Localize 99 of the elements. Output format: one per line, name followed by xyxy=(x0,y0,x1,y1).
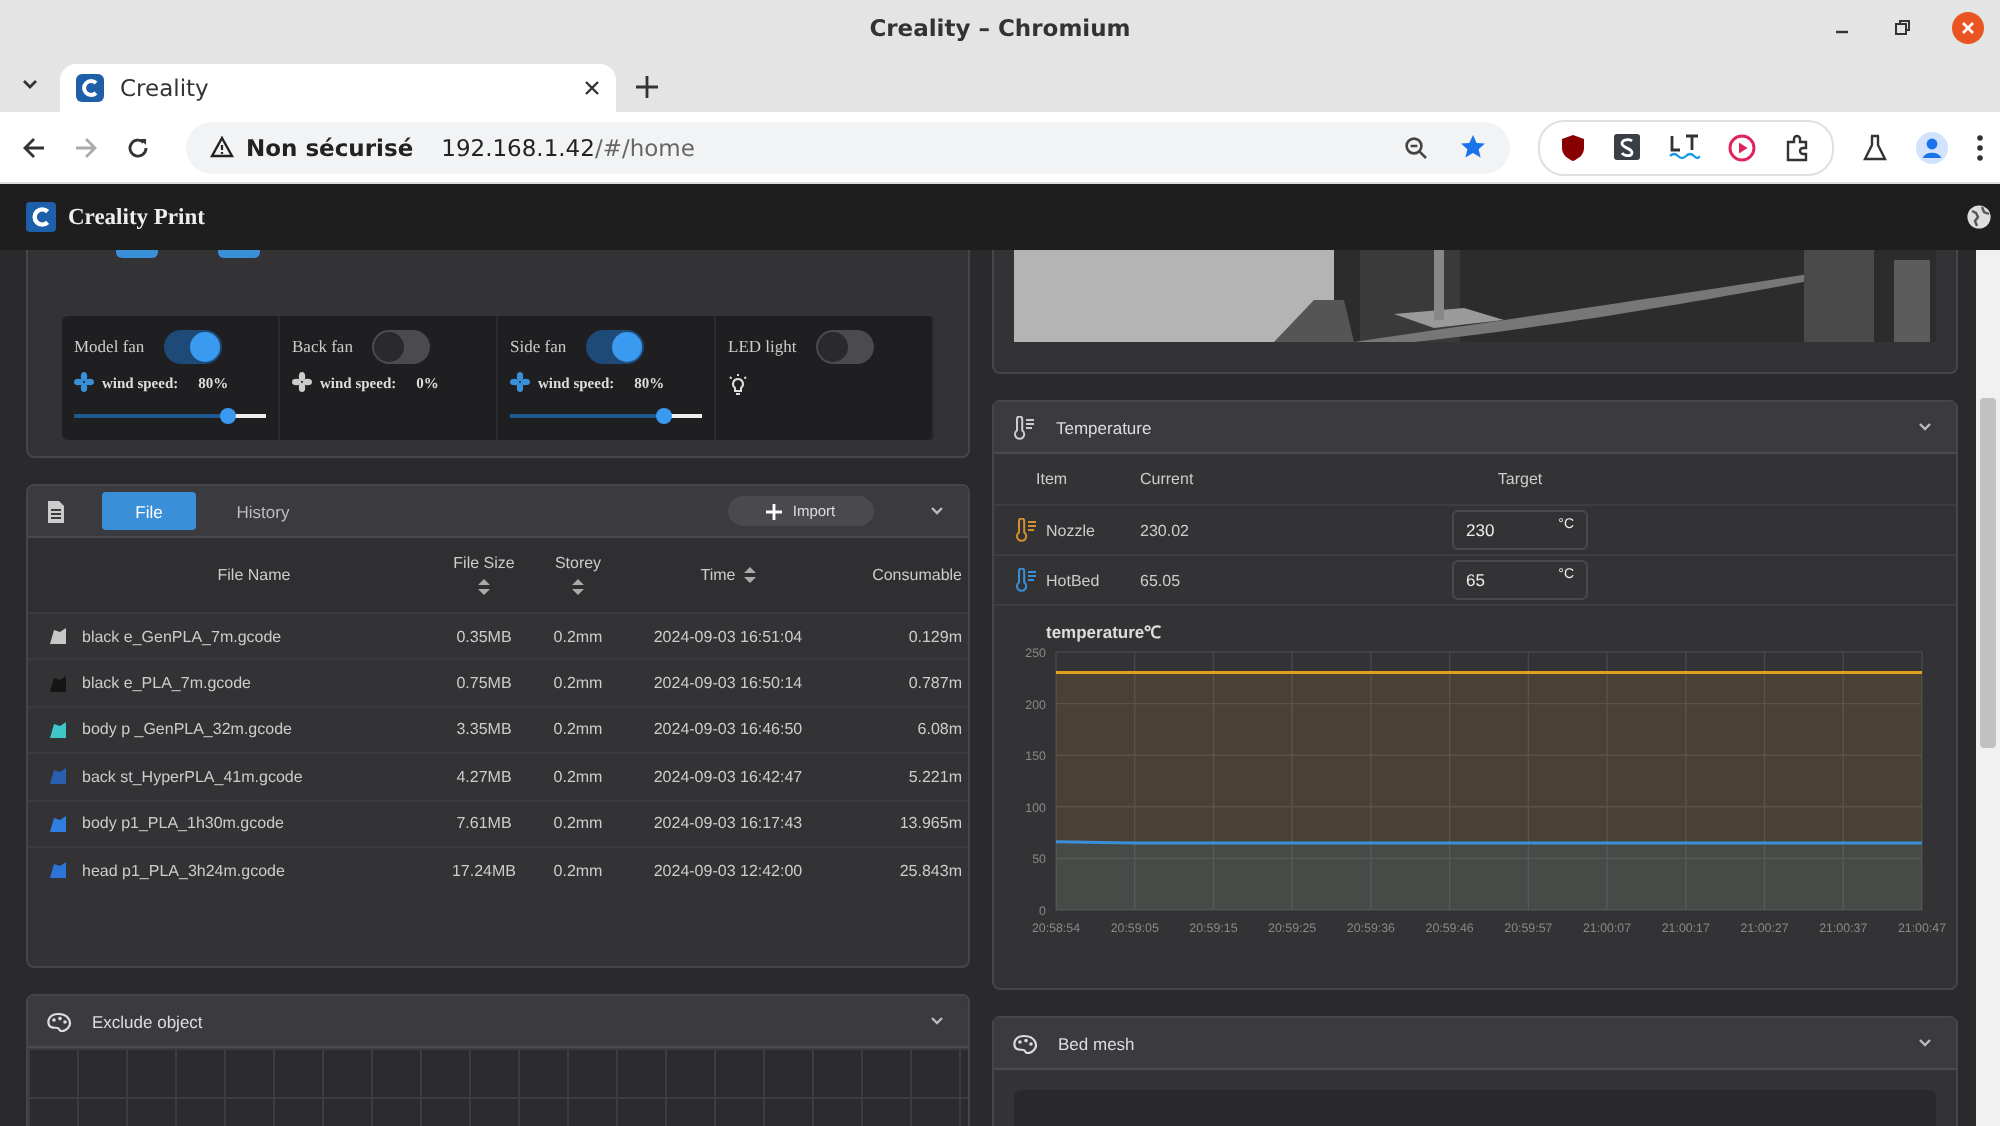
close-icon[interactable] xyxy=(1952,12,1984,44)
app-logo-icon xyxy=(26,202,56,232)
flask-icon[interactable] xyxy=(1862,133,1888,161)
browser-tab[interactable]: Creality xyxy=(60,64,616,112)
column-header: File Name xyxy=(217,566,291,584)
table-cell-text: 17.24MB xyxy=(449,861,519,880)
fan-label: Side fan xyxy=(510,336,567,356)
card-title: Temperature xyxy=(1056,417,1152,437)
restore-icon[interactable] xyxy=(1892,18,1912,38)
thermometer-icon xyxy=(1012,415,1036,439)
file-tab[interactable]: History xyxy=(216,492,310,530)
window-title: Creality – Chromium xyxy=(869,14,1131,42)
fan-label: LED light xyxy=(728,336,797,356)
table-cell-text: 0.787m xyxy=(906,674,964,693)
file-name[interactable]: back st_HyperPLA_41m.gcode xyxy=(82,767,426,786)
file-name[interactable]: body p _GenPLA_32m.gcode xyxy=(82,720,426,739)
puzzle-icon[interactable] xyxy=(1784,133,1812,161)
reload-icon[interactable] xyxy=(126,135,150,159)
extension-square-icon[interactable] xyxy=(1614,134,1640,160)
toggle-switch[interactable] xyxy=(586,329,645,363)
chevron-down-icon[interactable] xyxy=(1918,422,1932,432)
play-circle-icon[interactable] xyxy=(1728,133,1756,161)
column-header: Consumable xyxy=(872,566,962,584)
column-header: Target xyxy=(1495,470,1545,488)
column-header: Current xyxy=(1140,470,1196,488)
new-tab-icon[interactable] xyxy=(636,76,658,98)
toggle-switch[interactable] xyxy=(372,329,431,363)
light-bulb-icon xyxy=(728,374,748,396)
sort-icon[interactable] xyxy=(572,578,584,596)
table-cell-text: 0.2mm xyxy=(551,767,605,786)
table-cell-text: 2024-09-03 16:51:04 xyxy=(651,627,805,646)
table-cell-text: 0.2mm xyxy=(551,674,605,693)
table-cell-text: 13.965m xyxy=(897,814,964,833)
fan-icon xyxy=(292,372,312,392)
fan-icon xyxy=(74,372,94,392)
fan-label: Back fan xyxy=(292,336,353,356)
table-cell-text: 3.35MB xyxy=(454,720,514,739)
site-logo-icon xyxy=(76,74,104,102)
table-cell-text: 2024-09-03 16:46:50 xyxy=(651,720,805,739)
zoom-icon[interactable] xyxy=(1404,135,1428,159)
table-cell-text: 25.843m xyxy=(897,861,964,880)
back-icon[interactable] xyxy=(22,135,46,159)
table-cell-text: 2024-09-03 16:17:43 xyxy=(651,814,805,833)
chevron-down-icon[interactable] xyxy=(1918,1038,1932,1048)
sort-icon[interactable] xyxy=(478,578,490,596)
table-cell-text: 0.2mm xyxy=(551,720,605,739)
warning-icon xyxy=(210,136,234,158)
current-temperature: 230.02 xyxy=(1140,521,1191,539)
table-cell-text: 0.2mm xyxy=(551,627,605,646)
toggle-switch[interactable] xyxy=(164,329,223,363)
scrollbar[interactable] xyxy=(1976,250,2000,1126)
close-tab-icon[interactable] xyxy=(584,80,600,96)
table-cell-text: 4.27MB xyxy=(454,767,514,786)
file-name[interactable]: head p1_PLA_3h24m.gcode xyxy=(82,861,426,880)
column-header[interactable]: File Size xyxy=(453,554,515,572)
palette-icon xyxy=(1012,1033,1038,1053)
table-cell-text: 2024-09-03 16:50:14 xyxy=(651,674,805,693)
column-header[interactable]: Time xyxy=(700,566,736,584)
toggle-switch[interactable] xyxy=(816,329,875,363)
globe-icon[interactable] xyxy=(1966,204,1992,230)
tab-list-icon[interactable] xyxy=(20,74,40,94)
table-cell-text: 0.129m xyxy=(906,627,964,646)
card-title: Bed mesh xyxy=(1058,1033,1135,1053)
control-button[interactable] xyxy=(116,250,158,258)
avatar-icon[interactable] xyxy=(1916,131,1948,163)
file-name[interactable]: body p1_PLA_1h30m.gcode xyxy=(82,814,426,833)
table-cell-text: 0.75MB xyxy=(454,674,514,693)
table-cell-text: 7.61MB xyxy=(454,814,514,833)
control-button[interactable] xyxy=(218,250,260,258)
extension-wave-icon[interactable] xyxy=(1668,134,1700,160)
column-header: Item xyxy=(1034,470,1070,488)
address-bar[interactable]: Non sécurisé 192.168.1.42/#/home xyxy=(186,121,1510,173)
plus-icon xyxy=(766,503,783,519)
card-title: Exclude object xyxy=(92,1011,203,1031)
table-cell-text: 0.2mm xyxy=(551,814,605,833)
palette-icon xyxy=(46,1011,72,1031)
heater-name: Nozzle xyxy=(1046,521,1095,539)
chevron-down-icon[interactable] xyxy=(930,506,944,516)
fan-label: Model fan xyxy=(74,336,145,356)
app-title: Creality Print xyxy=(68,205,205,229)
shield-icon[interactable] xyxy=(1560,133,1586,161)
document-icon xyxy=(46,499,66,523)
table-cell-text: 2024-09-03 12:42:00 xyxy=(651,861,805,880)
table-cell-text: 5.221m xyxy=(906,767,964,786)
menu-icon[interactable] xyxy=(1976,133,1984,161)
chart-title: temperature℃ xyxy=(1046,622,1161,642)
heater-name: HotBed xyxy=(1046,571,1100,589)
column-header[interactable]: Storey xyxy=(554,554,602,572)
fan-icon xyxy=(510,372,530,392)
table-cell-text: 2024-09-03 16:42:47 xyxy=(651,767,805,786)
sort-icon[interactable] xyxy=(743,566,756,584)
table-cell-text: 0.35MB xyxy=(454,627,514,646)
chevron-down-icon[interactable] xyxy=(930,1016,944,1026)
table-cell-text: 0.2mm xyxy=(551,861,605,880)
current-temperature: 65.05 xyxy=(1140,571,1183,589)
file-name[interactable]: black e_PLA_7m.gcode xyxy=(82,674,426,693)
star-icon[interactable] xyxy=(1460,134,1486,160)
file-name[interactable]: black e_GenPLA_7m.gcode xyxy=(82,627,426,646)
table-cell-text: 6.08m xyxy=(915,720,964,739)
